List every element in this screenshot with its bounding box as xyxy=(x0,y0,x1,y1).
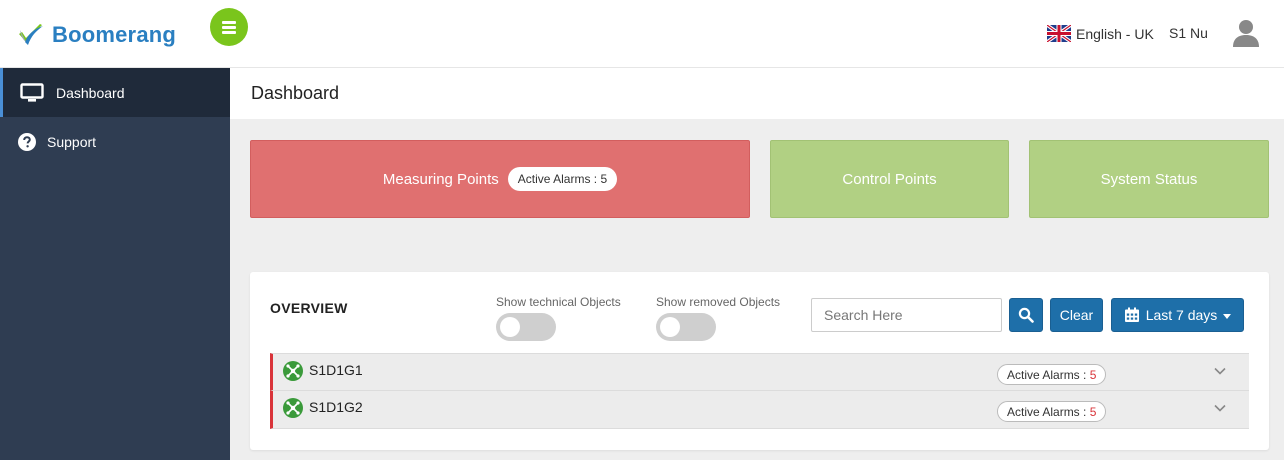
badge-label: Active Alarms : xyxy=(1007,368,1090,382)
row-name: S1D1G2 xyxy=(309,399,363,415)
active-alarms-badge: Active Alarms : 5 xyxy=(507,167,618,191)
user-avatar-icon[interactable] xyxy=(1231,18,1261,48)
page-header: Dashboard xyxy=(230,68,1284,119)
caret-down-icon xyxy=(1223,313,1232,319)
alarm-count: 5 xyxy=(1089,368,1097,382)
date-range-button[interactable]: Last 7 days xyxy=(1111,298,1244,332)
toggle-knob xyxy=(500,317,520,337)
boomerang-logo-icon xyxy=(19,24,43,45)
row-name: S1D1G1 xyxy=(309,362,363,378)
search-button[interactable] xyxy=(1009,298,1043,332)
technical-objects-toggle-group: Show technical Objects xyxy=(496,295,621,341)
alarm-count: 5 xyxy=(1089,405,1097,419)
sidebar-item-dashboard[interactable]: Dashboard xyxy=(0,68,230,117)
sidebar-item-support[interactable]: Support xyxy=(0,117,230,166)
measuring-points-tile[interactable]: Measuring Points Active Alarms : 5 xyxy=(250,140,750,218)
overview-card: OVERVIEW Show technical Objects Show rem… xyxy=(250,272,1269,450)
list-item[interactable]: S1D1G1 Active Alarms : 5 xyxy=(270,353,1249,391)
user-name[interactable]: S1 Nu xyxy=(1169,25,1208,41)
network-status-icon xyxy=(283,398,303,418)
toggle-knob xyxy=(660,317,680,337)
overview-title: OVERVIEW xyxy=(270,300,348,316)
sidebar: Dashboard Support xyxy=(0,68,230,460)
sidebar-item-label: Dashboard xyxy=(56,84,125,101)
active-alarms-badge: Active Alarms : 5 xyxy=(997,364,1107,385)
search-input[interactable] xyxy=(811,298,1002,332)
language-selector[interactable]: English - UK xyxy=(1047,25,1154,42)
calendar-icon xyxy=(1124,307,1139,322)
menu-toggle-button[interactable] xyxy=(210,8,248,46)
sidebar-item-label: Support xyxy=(47,133,97,150)
list-item[interactable]: S1D1G2 Active Alarms : 5 xyxy=(270,391,1249,429)
hamburger-icon xyxy=(222,21,236,34)
show-technical-objects-toggle[interactable] xyxy=(496,313,556,341)
show-removed-objects-toggle[interactable] xyxy=(656,313,716,341)
language-label: English - UK xyxy=(1076,25,1154,42)
system-status-tile[interactable]: System Status xyxy=(1029,140,1269,218)
page-title: Dashboard xyxy=(251,83,340,103)
top-bar: Boomerang English - UK S1 Nu xyxy=(0,0,1284,68)
monitor-icon xyxy=(20,82,44,103)
search-icon xyxy=(1018,307,1034,323)
uk-flag-icon xyxy=(1047,25,1071,42)
removed-objects-toggle-group: Show removed Objects xyxy=(656,295,780,341)
question-circle-icon xyxy=(18,132,36,151)
toggle-label: Show technical Objects xyxy=(496,295,621,309)
date-range-label: Last 7 days xyxy=(1145,307,1218,323)
active-alarms-badge: Active Alarms : 5 xyxy=(997,401,1107,422)
clear-button[interactable]: Clear xyxy=(1050,298,1103,332)
brand-name: Boomerang xyxy=(52,22,177,47)
badge-label: Active Alarms : xyxy=(1007,405,1090,419)
toggle-label: Show removed Objects xyxy=(656,295,781,309)
chevron-down-icon[interactable] xyxy=(1213,364,1227,378)
tile-label: System Status xyxy=(1100,170,1198,188)
control-points-tile[interactable]: Control Points xyxy=(770,140,1009,218)
network-status-icon xyxy=(283,361,303,381)
brand-logo[interactable]: Boomerang xyxy=(16,20,176,50)
chevron-down-icon[interactable] xyxy=(1213,401,1227,415)
tile-label: Control Points xyxy=(842,170,937,188)
tile-label: Measuring Points xyxy=(382,170,499,188)
